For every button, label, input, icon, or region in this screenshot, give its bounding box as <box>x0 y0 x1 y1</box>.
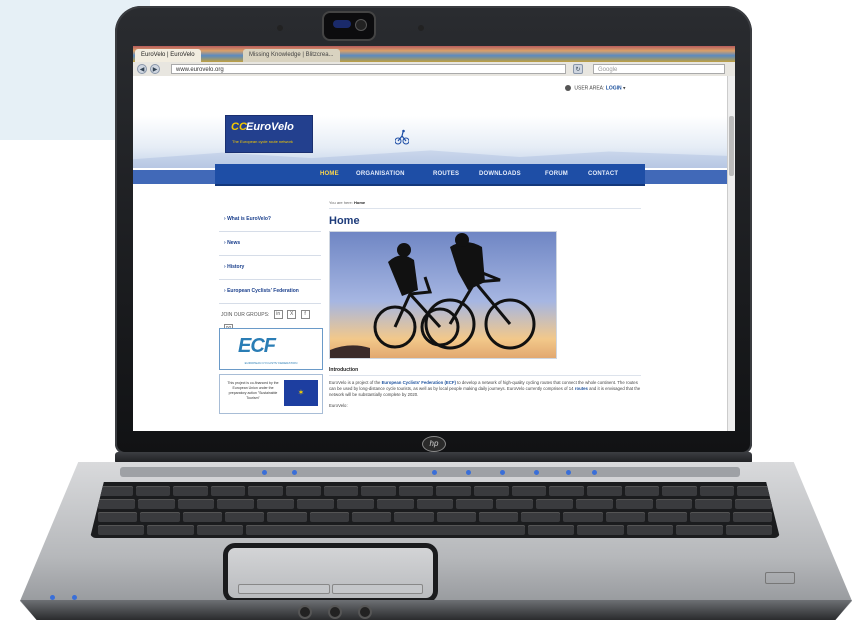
nav-downloads[interactable]: DOWNLOADS <box>479 171 521 177</box>
eu-flag-icon: ✶ <box>284 380 318 406</box>
audio-port-icon <box>298 605 312 619</box>
browser-tab[interactable]: Missing Knowledge | Blitzcrea... <box>243 49 340 62</box>
keyboard <box>90 482 780 538</box>
browser-tab-bar: EuroVelo | EuroVelo Missing Knowledge | … <box>133 46 735 62</box>
browser-tab-active[interactable]: EuroVelo | EuroVelo <box>135 49 201 62</box>
eu-funding-text: This project is co-financed by the Europ… <box>227 381 279 400</box>
sidebar-item-label: History <box>227 264 245 270</box>
status-led <box>500 470 505 475</box>
forward-icon[interactable]: ▶ <box>150 64 160 74</box>
sidebar-item-ecf[interactable]: › European Cyclists' Federation <box>219 280 321 304</box>
hero-photo <box>329 231 557 359</box>
routes-link[interactable]: routes <box>575 386 588 391</box>
caret-down-icon[interactable]: ▾ <box>623 85 626 91</box>
page-title: Home <box>329 215 360 227</box>
browser-toolbar: ◀ ▶ www.eurovelo.org ↻ Google <box>133 62 735 77</box>
web-page: USER AREA: LOGIN ▾ CC EuroVelo The Europ… <box>133 76 728 431</box>
nav-routes[interactable]: ROUTES <box>433 171 459 177</box>
cyclist-icon <box>395 129 409 145</box>
touchpad-left-button[interactable] <box>238 584 330 594</box>
intro-next: EuroVelo: <box>329 403 348 408</box>
status-led <box>466 470 471 475</box>
intro-text-part: EuroVelo is a project of the <box>329 380 381 385</box>
eurovelo-logo[interactable]: CC EuroVelo The European cycle route net… <box>225 115 313 153</box>
logo-mark: CC <box>231 121 247 133</box>
sidebar-item-history[interactable]: › History <box>219 256 321 280</box>
lid-sensor <box>418 25 424 31</box>
sidebar-item-label: What is EuroVelo? <box>227 216 271 222</box>
join-groups: JOIN OUR GROUPS: in X f oo <box>219 308 321 334</box>
user-area-label: USER AREA: <box>574 85 605 92</box>
cyclists-silhouette-image <box>330 233 536 358</box>
breadcrumb-prefix: You are here: <box>329 200 353 205</box>
status-led <box>592 470 597 475</box>
eu-funding-banner[interactable]: This project is co-financed by the Europ… <box>219 374 323 414</box>
linkedin-icon[interactable]: in <box>273 310 283 320</box>
laptop-screen: EuroVelo | EuroVelo Missing Knowledge | … <box>133 46 735 431</box>
audio-port-icon <box>358 605 372 619</box>
front-led <box>72 595 77 600</box>
logo-name: EuroVelo <box>246 121 294 133</box>
nav-home[interactable]: HOME <box>320 171 339 177</box>
section-title: Introduction <box>329 367 641 376</box>
breadcrumb: You are here: Home <box>329 200 641 209</box>
ecf-link[interactable]: European Cyclists' Federation <box>382 380 444 385</box>
user-icon <box>565 85 571 91</box>
nav-contact[interactable]: CONTACT <box>588 171 618 177</box>
nav-organisation[interactable]: ORGANISATION <box>356 171 405 177</box>
audio-port-icon <box>328 605 342 619</box>
media-strip <box>120 467 740 477</box>
sidebar-item-label: European Cyclists' Federation <box>227 288 299 294</box>
main-nav: HOME ORGANISATION ROUTES DOWNLOADS FORUM… <box>215 164 645 186</box>
front-led <box>50 595 55 600</box>
join-label: JOIN OUR GROUPS: <box>221 312 270 318</box>
status-led <box>566 470 571 475</box>
back-icon[interactable]: ◀ <box>137 64 147 74</box>
status-led <box>534 470 539 475</box>
ecf-abbr-link[interactable]: (ECF) <box>444 380 455 385</box>
address-bar[interactable]: www.eurovelo.org <box>171 64 566 74</box>
logo-tagline: The European cycle route network <box>232 139 293 144</box>
facebook-icon[interactable]: f <box>300 310 310 320</box>
status-led <box>432 470 437 475</box>
touchpad[interactable] <box>223 543 438 603</box>
laptop-front-edge <box>20 600 852 620</box>
reload-icon[interactable]: ↻ <box>573 64 583 74</box>
sidebar: › What is EuroVelo? › News › History › E… <box>219 208 323 414</box>
ecf-logo[interactable]: ECF EUROPEAN CYCLISTS' FEDERATION <box>219 328 323 370</box>
ecf-mark: ECF <box>238 335 276 357</box>
login-link[interactable]: LOGIN <box>606 85 622 91</box>
lid-sensor <box>277 25 283 31</box>
scrollbar-thumb[interactable] <box>729 116 734 176</box>
sidebar-item-news[interactable]: › News <box>219 232 321 256</box>
sidebar-item-label: News <box>227 240 241 246</box>
webcam <box>322 11 376 41</box>
status-led <box>292 470 297 475</box>
sidebar-item-what-is-eurovelo[interactable]: › What is EuroVelo? <box>219 208 321 232</box>
status-led <box>262 470 267 475</box>
page-scrollbar[interactable] <box>727 76 735 431</box>
main-content: You are here: Home Home Introduction Eur… <box>329 200 641 408</box>
intro-text: EuroVelo is a project of the European Cy… <box>329 380 641 398</box>
hp-logo: hp <box>422 436 446 452</box>
ecf-subtitle: EUROPEAN CYCLISTS' FEDERATION <box>244 361 298 365</box>
search-input[interactable]: Google <box>593 64 725 74</box>
user-area: USER AREA: LOGIN ▾ <box>565 85 626 91</box>
base-sticker <box>765 572 795 584</box>
nav-forum[interactable]: FORUM <box>545 171 568 177</box>
breadcrumb-current: Home <box>354 200 366 205</box>
twitter-icon[interactable]: X <box>287 310 297 320</box>
touchpad-right-button[interactable] <box>331 584 423 594</box>
